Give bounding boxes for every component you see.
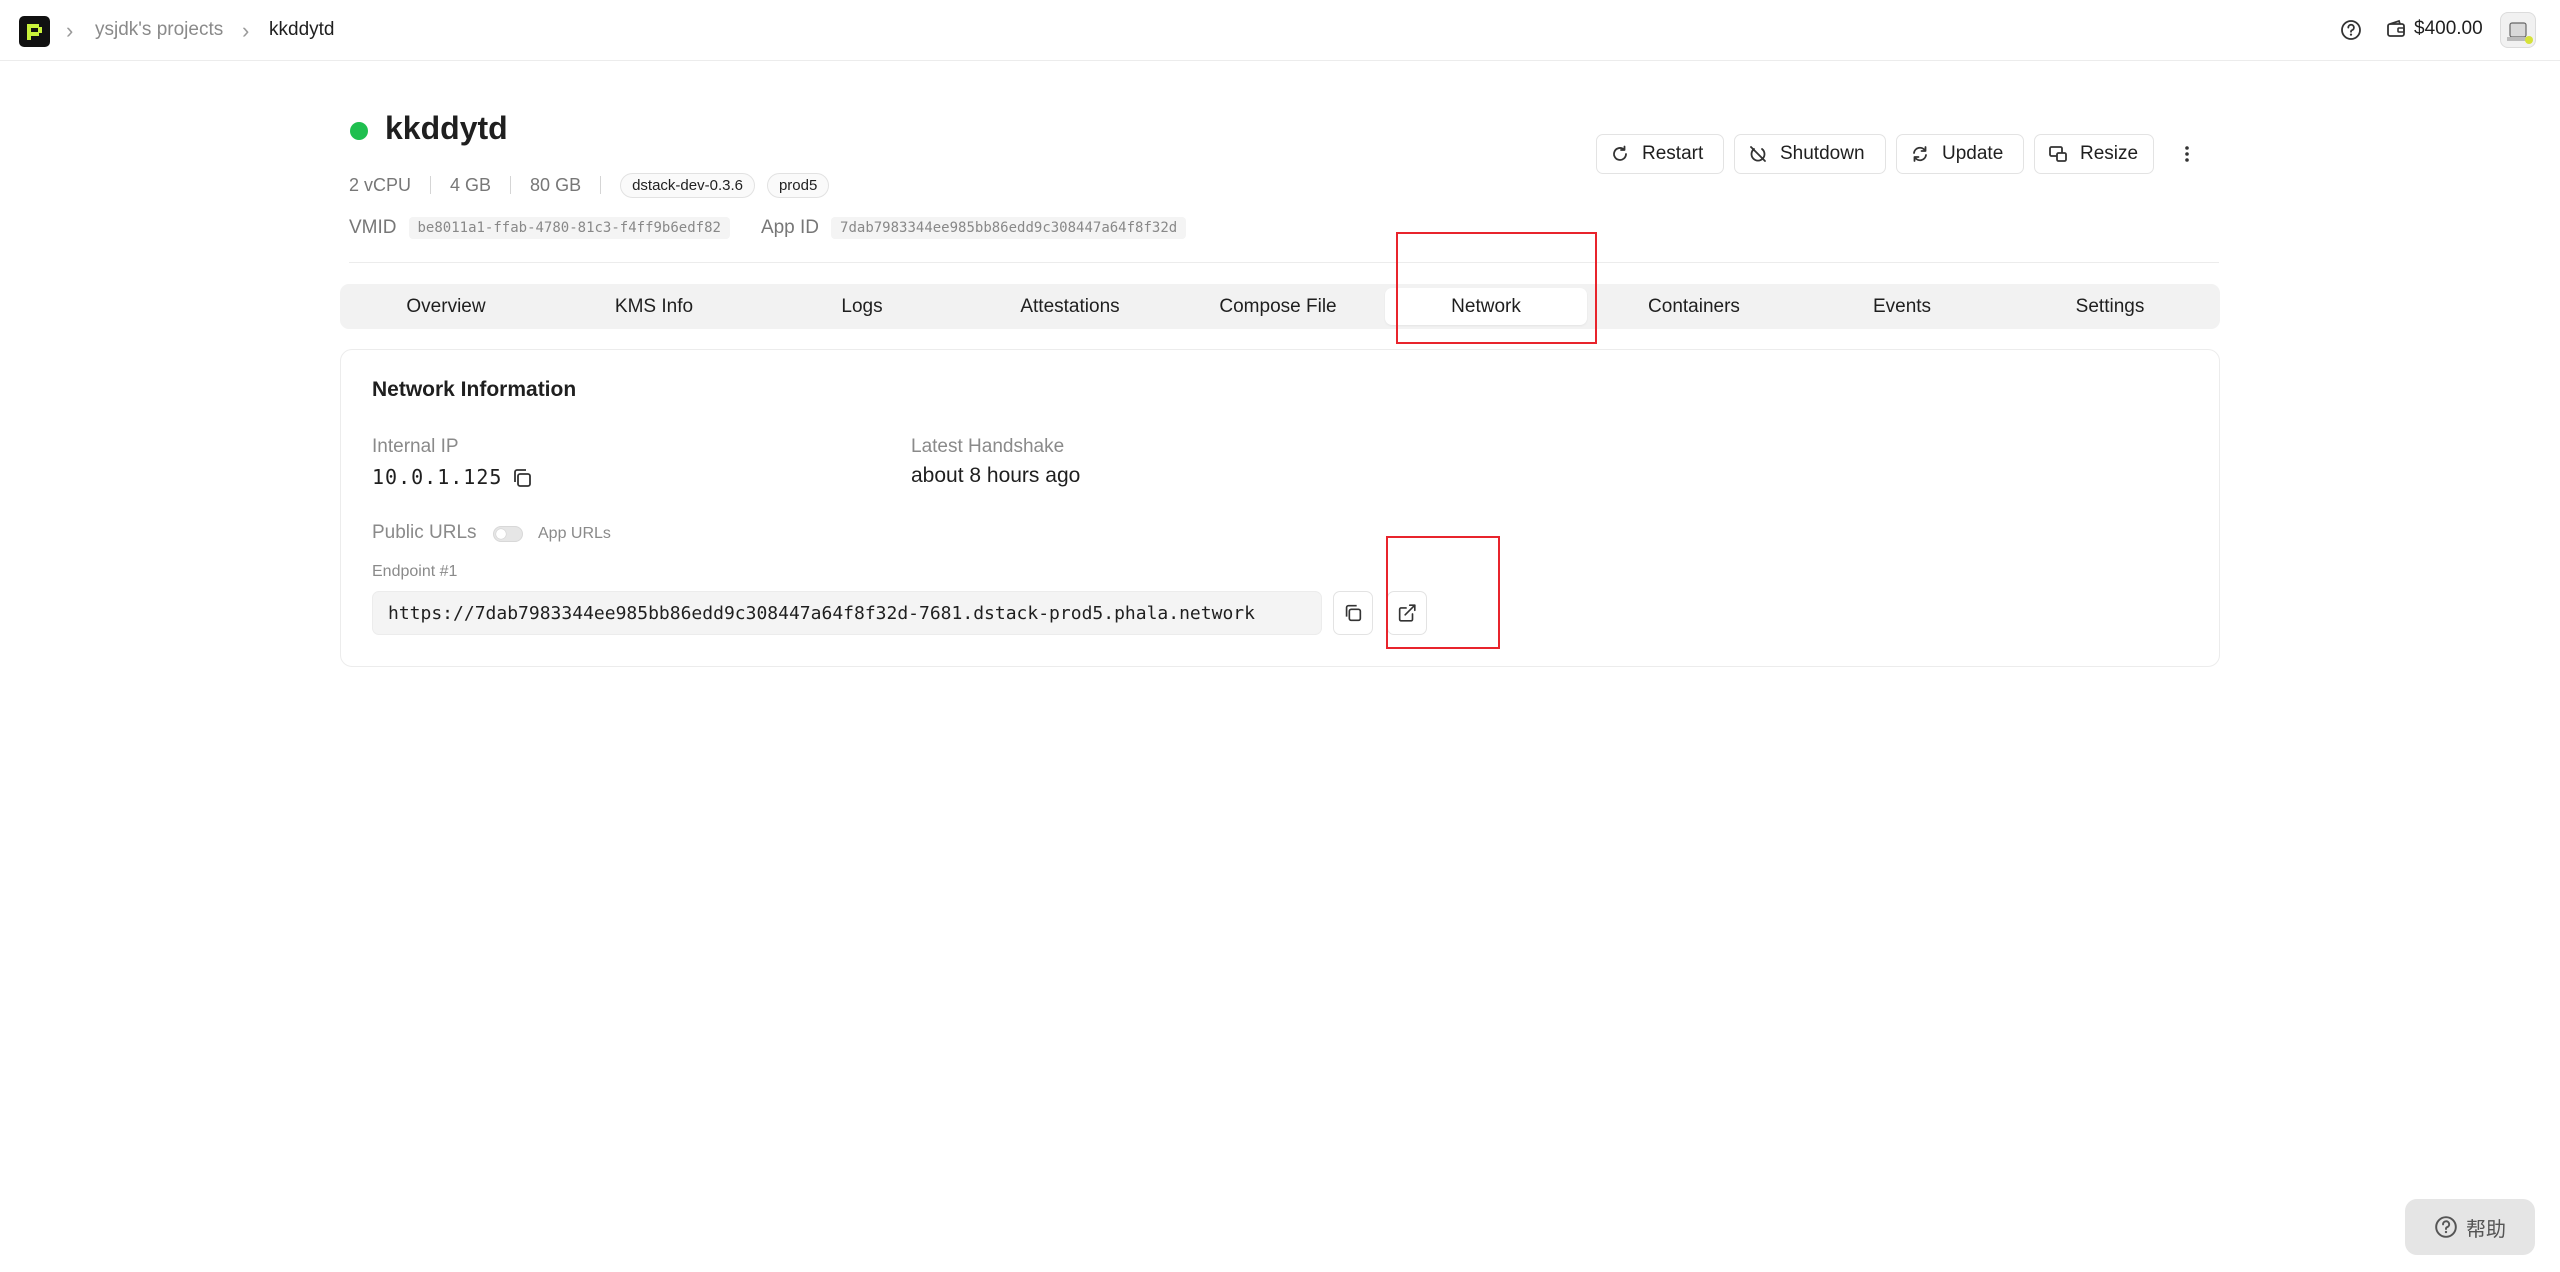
handshake-value: about 8 hours ago [911,464,1081,487]
update-label: Update [1942,143,2004,164]
endpoint-url-field[interactable]: https://7dab7983344ee985bb86edd9c308447a… [372,591,1322,635]
app-urls-label: App URLs [538,525,611,542]
tab-overview[interactable]: Overview [345,288,547,325]
wallet-icon [2387,19,2405,37]
resize-icon [2049,146,2067,162]
top-bar: › ysjdk's projects › kkddytd $400.00 [0,0,2560,61]
vmid-value: be8011a1-ffab-4780-81c3-f4ff9b6edf82 [408,217,730,239]
header-divider [349,262,2219,263]
tab-attestations[interactable]: Attestations [969,288,1171,325]
internal-ip-value: 10.0.1.125 [372,465,503,489]
help-circle-icon[interactable] [2340,19,2362,41]
breadcrumb-current[interactable]: kkddytd [269,19,334,41]
tab-bar: Overview KMS Info Logs Attestations Comp… [340,284,2220,329]
tab-kms-info[interactable]: KMS Info [553,288,755,325]
vm-identifiers: VMID be8011a1-ffab-4780-81c3-f4ff9b6edf8… [349,217,1187,239]
vm-specs: 2 vCPU 4 GB 80 GB dstack-dev-0.3.6 prod5 [349,172,830,198]
more-actions-icon[interactable] [2170,134,2204,174]
power-off-icon [1750,146,1766,162]
resize-button[interactable]: Resize [2034,134,2154,174]
page-title: kkddytd [385,110,508,146]
tab-containers[interactable]: Containers [1593,288,1795,325]
breadcrumb-projects[interactable]: ysjdk's projects [95,19,223,41]
highlight-box-network-tab [1396,232,1597,344]
spec-cpu: 2 vCPU [349,174,412,195]
restart-icon [1613,145,1627,161]
restart-label: Restart [1642,143,1704,164]
help-float-label: 帮助 [2466,1218,2506,1241]
tag-image: dstack-dev-0.3.6 [620,172,755,198]
divider [510,176,512,194]
copy-icon[interactable] [510,466,534,490]
spec-memory: 4 GB [450,174,492,195]
balance[interactable]: $400.00 [2386,18,2483,40]
tag-cluster: prod5 [766,172,830,198]
tab-logs[interactable]: Logs [761,288,963,325]
internal-ip-label: Internal IP [372,436,459,457]
divider [430,176,432,194]
chevron-right-icon: › [242,18,250,43]
public-urls-label: Public URLs [372,522,477,543]
vmid-label: VMID [349,217,397,238]
status-indicator [350,122,368,140]
user-avatar[interactable] [2500,12,2536,48]
app-urls-toggle[interactable] [493,526,523,542]
copy-url-button[interactable] [1333,591,1373,635]
handshake-label: Latest Handshake [911,436,1065,457]
tab-compose-file[interactable]: Compose File [1177,288,1379,325]
divider [600,176,602,194]
update-button[interactable]: Update [1896,134,2024,174]
appid-label: App ID [760,217,820,238]
chevron-right-icon: › [66,18,74,43]
network-info-card: Network Information Internal IP 10.0.1.1… [340,349,2220,667]
endpoint-label: Endpoint #1 [372,563,458,580]
shutdown-label: Shutdown [1780,143,1865,164]
help-circle-icon [2435,1216,2457,1238]
resize-label: Resize [2080,143,2139,164]
tab-events[interactable]: Events [1801,288,2003,325]
appid-value: 7dab7983344ee985bb86edd9c308447a64f8f32d [831,217,1187,239]
balance-amount: $400.00 [2414,18,2483,39]
highlight-box-open-url [1386,536,1500,649]
copy-icon [1345,604,1362,622]
shutdown-button[interactable]: Shutdown [1734,134,1886,174]
card-title: Network Information [372,378,577,401]
phala-logo[interactable] [19,16,50,47]
tab-settings[interactable]: Settings [2009,288,2211,325]
refresh-icon [1913,146,1927,162]
restart-button[interactable]: Restart [1596,134,1724,174]
help-float-button[interactable]: 帮助 [2405,1199,2535,1255]
spec-disk: 80 GB [530,174,582,195]
